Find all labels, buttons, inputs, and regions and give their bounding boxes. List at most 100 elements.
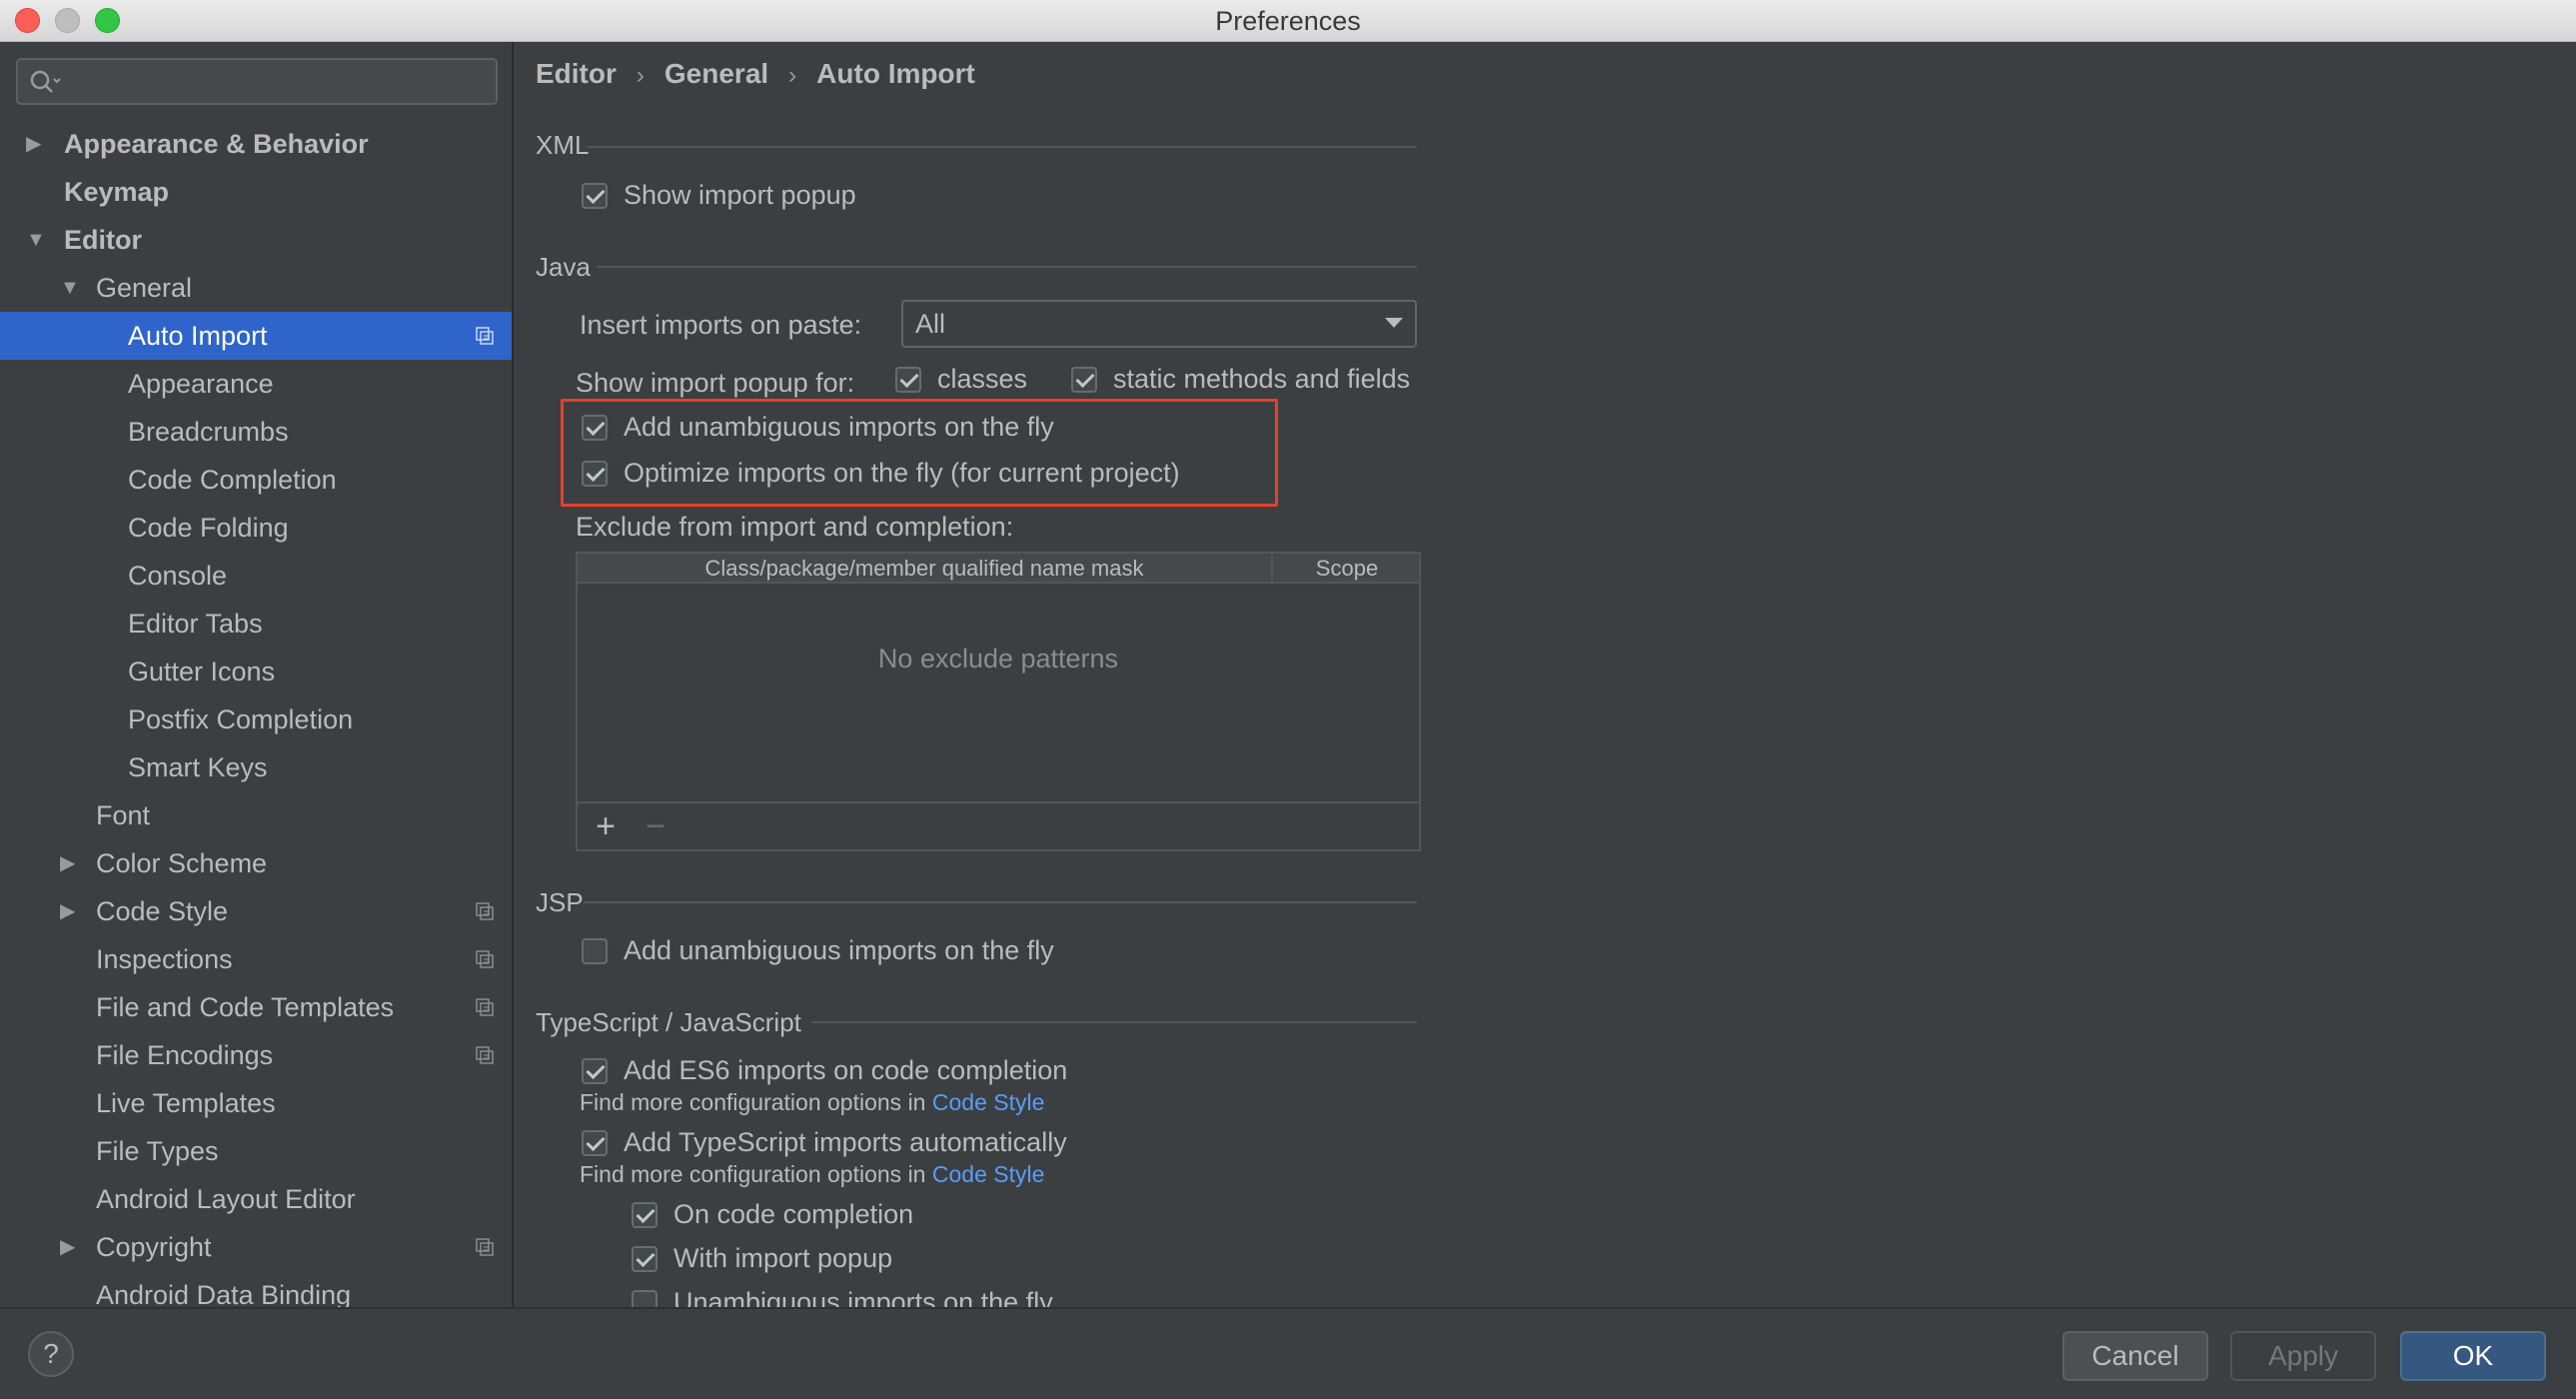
sidebar-item-label: File Types — [96, 1136, 219, 1166]
checkbox-box[interactable] — [582, 1058, 608, 1084]
expand-arrow-right-icon[interactable]: ▶ — [26, 120, 41, 168]
exclude-label: Exclude from import and completion: — [576, 512, 1014, 542]
sidebar-item-label: Live Templates — [96, 1088, 276, 1118]
window-title: Preferences — [1215, 6, 1361, 36]
code-style-link[interactable]: Code Style — [932, 1089, 1045, 1115]
sidebar-item[interactable]: File Encodings — [0, 1031, 512, 1079]
expand-arrow-right-icon[interactable]: ▶ — [60, 1223, 75, 1271]
checkbox-box[interactable] — [582, 938, 608, 964]
dialog-footer: ? Cancel Apply OK — [0, 1307, 2576, 1399]
sidebar-item[interactable]: Auto Import — [0, 312, 512, 360]
chevron-down-icon — [1385, 318, 1403, 328]
checkbox-box[interactable] — [582, 183, 608, 209]
cancel-button[interactable]: Cancel — [2062, 1331, 2208, 1381]
column-header-mask[interactable]: Class/package/member qualified name mask — [578, 554, 1273, 584]
sidebar-item[interactable]: Font — [0, 791, 512, 839]
sidebar-item[interactable]: Android Layout Editor — [0, 1175, 512, 1223]
sidebar-item[interactable]: ▶ Appearance & Behavior — [0, 120, 512, 168]
project-level-icon — [476, 327, 494, 345]
checkbox-box[interactable] — [582, 1130, 608, 1156]
sidebar-item[interactable]: ▶ Copyright — [0, 1223, 512, 1271]
sidebar-item[interactable]: Code Folding — [0, 504, 512, 552]
section-title-jsp: JSP — [536, 887, 584, 917]
sidebar-item[interactable]: Appearance — [0, 360, 512, 408]
section-divider — [598, 266, 1417, 268]
sidebar-item[interactable]: Breadcrumbs — [0, 408, 512, 456]
sidebar-item-label: Appearance — [128, 369, 274, 399]
sidebar-item-label: Keymap — [64, 177, 170, 207]
settings-sidebar: ▶ Appearance & Behavior Keymap ▼ Editor ▼ Gene… — [0, 42, 514, 1307]
exclude-patterns-table[interactable]: Class/package/member qualified name mask… — [576, 552, 1421, 851]
breadcrumb-item[interactable]: General — [664, 58, 768, 89]
sidebar-item-label: Copyright — [96, 1232, 212, 1262]
sidebar-item-label: Code Folding — [128, 513, 289, 543]
sidebar-item-label: Appearance & Behavior — [64, 129, 369, 159]
apply-button[interactable]: Apply — [2230, 1331, 2376, 1381]
sidebar-item-label: Inspections — [96, 944, 233, 974]
checkbox-box[interactable] — [895, 367, 921, 393]
sidebar-item[interactable]: ▶ Code Style — [0, 887, 512, 935]
project-level-icon — [476, 950, 494, 968]
checkbox-box[interactable] — [632, 1290, 657, 1307]
insert-imports-label: Insert imports on paste: — [580, 310, 862, 340]
code-style-hint: Find more configuration options in Code … — [580, 1161, 1045, 1187]
project-level-icon — [476, 998, 494, 1016]
breadcrumb-item[interactable]: Editor — [536, 58, 617, 89]
show-import-popup-for-label: Show import popup for: — [576, 368, 855, 398]
sidebar-item[interactable]: ▶ Color Scheme — [0, 839, 512, 887]
sidebar-item-label: Font — [96, 800, 151, 830]
expand-arrow-right-icon[interactable]: ▶ — [60, 887, 75, 935]
table-empty-text: No exclude patterns — [877, 644, 1119, 674]
expand-arrow-down-icon[interactable]: ▼ — [26, 216, 46, 264]
sidebar-item-label: Gutter Icons — [128, 657, 276, 687]
project-level-icon — [476, 1238, 494, 1256]
code-style-link[interactable]: Code Style — [932, 1161, 1045, 1187]
table-toolbar: + − — [578, 801, 1419, 849]
checkbox-box[interactable] — [632, 1246, 657, 1272]
sidebar-item[interactable]: Gutter Icons — [0, 648, 512, 696]
insert-imports-select[interactable]: All — [901, 300, 1417, 348]
section-divider — [811, 1021, 1417, 1023]
project-level-icon — [476, 1046, 494, 1064]
sidebar-item[interactable]: File and Code Templates — [0, 983, 512, 1031]
checkbox-box[interactable] — [1071, 367, 1097, 393]
sidebar-item[interactable]: Code Completion — [0, 456, 512, 504]
sidebar-item-label: Code Completion — [128, 465, 337, 495]
expand-arrow-right-icon[interactable]: ▶ — [60, 839, 75, 887]
sidebar-item-label: Auto Import — [128, 321, 268, 351]
sidebar-item[interactable]: Smart Keys — [0, 743, 512, 791]
project-level-icon — [476, 902, 494, 920]
section-divider — [588, 146, 1417, 148]
sidebar-item-label: Editor Tabs — [128, 609, 263, 639]
sidebar-item[interactable]: File Types — [0, 1127, 512, 1175]
remove-icon[interactable]: − — [640, 809, 671, 843]
sidebar-item[interactable]: Editor Tabs — [0, 600, 512, 648]
sidebar-item[interactable]: Live Templates — [0, 1079, 512, 1127]
search-input[interactable] — [16, 58, 498, 105]
sidebar-item-label: Smart Keys — [128, 752, 268, 782]
sidebar-item-label: Postfix Completion — [128, 704, 354, 734]
breadcrumb-separator-icon: › — [788, 62, 797, 89]
sidebar-item[interactable]: Android Data Binding — [0, 1271, 512, 1307]
sidebar-item-label: File Encodings — [96, 1040, 274, 1070]
sidebar-item[interactable]: Postfix Completion — [0, 696, 512, 743]
expand-arrow-down-icon[interactable]: ▼ — [60, 264, 80, 312]
breadcrumb-item: Auto Import — [816, 58, 975, 89]
breadcrumb-separator-icon: › — [636, 62, 644, 89]
sidebar-item[interactable]: ▼ General — [0, 264, 512, 312]
sidebar-item[interactable]: ▼ Editor — [0, 216, 512, 264]
column-header-scope[interactable]: Scope — [1275, 554, 1419, 584]
help-button[interactable]: ? — [28, 1331, 74, 1377]
sidebar-item-label: Breadcrumbs — [128, 417, 289, 447]
sidebar-item-label: General — [96, 273, 193, 303]
checkbox-box[interactable] — [632, 1202, 657, 1228]
sidebar-item[interactable]: Keymap — [0, 168, 512, 216]
section-title-java: Java — [536, 252, 591, 282]
sidebar-item[interactable]: Inspections — [0, 935, 512, 983]
window-titlebar: Preferences — [0, 0, 2576, 42]
section-title-xml: XML — [536, 130, 590, 160]
add-icon[interactable]: + — [590, 809, 622, 843]
sidebar-item[interactable]: Console — [0, 552, 512, 600]
sidebar-item-label: Color Scheme — [96, 848, 268, 878]
ok-button[interactable]: OK — [2400, 1331, 2546, 1381]
